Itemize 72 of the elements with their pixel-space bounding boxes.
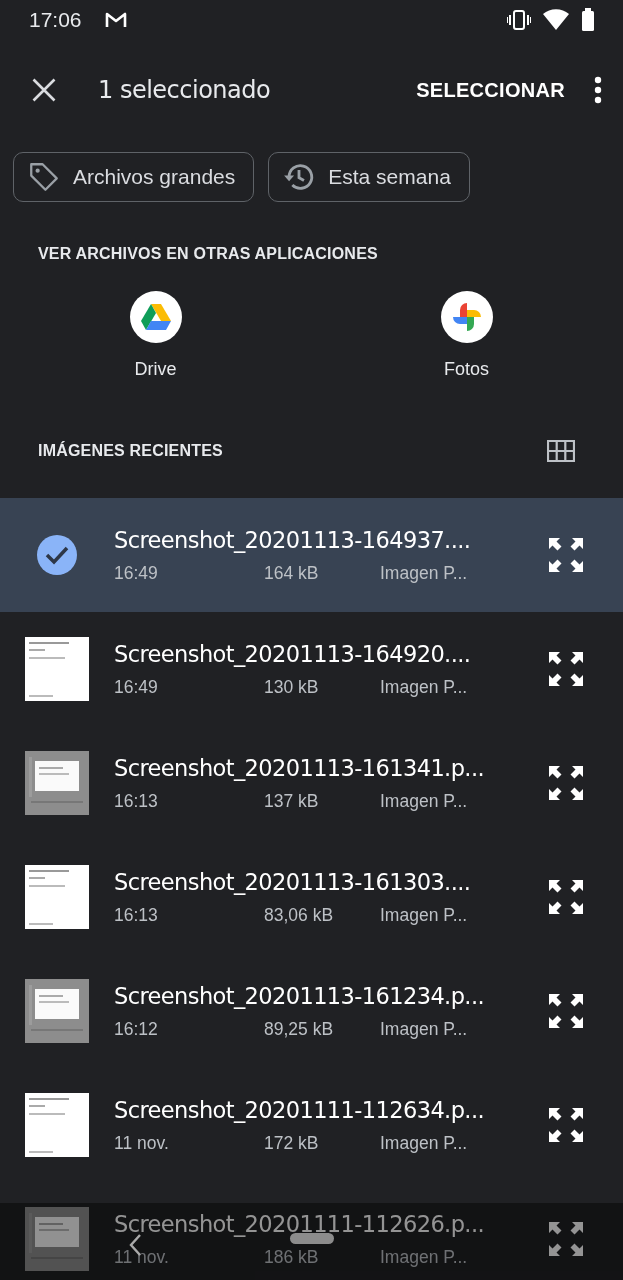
file-type: Imagen P... [380,904,468,926]
expand-button[interactable] [547,992,585,1030]
file-name: Screenshot_20201113-161234.p... [114,982,485,1009]
expand-button[interactable] [547,650,585,688]
clock-time: 17:06 [29,8,82,32]
select-button[interactable]: SELECCIONAR [408,72,573,108]
file-name: Screenshot_20201113-161303.... [114,868,472,895]
expand-button[interactable] [547,878,585,916]
expand-button[interactable] [547,764,585,802]
close-button[interactable] [30,76,58,104]
close-icon [30,76,58,104]
expand-button[interactable] [547,1220,585,1258]
file-type: Imagen P... [380,562,468,584]
file-name: Screenshot_20201111-112626.p... [114,1210,485,1237]
file-row[interactable]: Screenshot_20201111-112626.p... 11 nov. 186 kB Imagen P... [0,1182,623,1280]
section-heading: VER ARCHIVOS EN OTRAS APLICACIONES [37,244,379,263]
file-row[interactable]: Screenshot_20201113-161234.p... 16:12 89,25 kB Imagen P... [0,954,623,1068]
file-type: Imagen P... [380,1132,468,1154]
file-date: 16:49 [114,676,159,698]
filter-chip[interactable]: Esta semana [268,152,470,202]
expand-icon [547,536,585,574]
file-type: Imagen P... [380,1018,468,1040]
grid-icon [547,440,575,462]
more-button[interactable] [593,76,603,104]
file-date: 16:13 [114,790,159,812]
file-size: 89,25 kB [264,1018,335,1040]
tag-icon [27,160,61,194]
expand-icon [547,878,585,916]
file-date: 16:49 [114,562,159,584]
file-row[interactable]: Screenshot_20201113-164937.... 16:49 164 kB Imagen P... [0,498,623,612]
file-size: 164 kB [264,562,320,584]
file-row[interactable]: Screenshot_20201111-112634.p... 11 nov. 172 kB Imagen P... [0,1068,623,1182]
file-size: 137 kB [264,790,320,812]
file-type: Imagen P... [380,676,468,698]
expand-icon [547,1220,585,1258]
file-name: Screenshot_20201113-164920.... [114,640,472,667]
file-name: Screenshot_20201113-161341.p... [114,754,485,781]
file-date: 16:13 [114,904,159,926]
grid-view-button[interactable] [547,440,575,462]
file-name: Screenshot_20201111-112634.p... [114,1096,485,1123]
file-date: 11 nov. [114,1246,170,1268]
expand-icon [547,992,585,1030]
expand-button[interactable] [547,536,585,574]
file-row[interactable]: Screenshot_20201113-161341.p... 16:13 137 kB Imagen P... [0,726,623,840]
file-type: Imagen P... [380,1246,468,1268]
expand-icon [547,1106,585,1144]
file-size: 130 kB [264,676,320,698]
section-heading: IMÁGENES RECIENTES [38,442,223,460]
file-type: Imagen P... [380,790,468,812]
filter-chip[interactable]: Archivos grandes [13,152,255,202]
expand-icon [547,650,585,688]
drive-logo-icon [129,291,182,343]
app-shortcut[interactable]: Fotos [311,291,622,380]
file-size: 172 kB [264,1132,320,1154]
mail-icon [103,10,128,30]
vibrate-icon [507,9,531,31]
file-size: 186 kB [264,1246,320,1268]
wifi-icon [543,9,569,31]
check-circle-icon [36,534,78,576]
expand-button[interactable] [547,1106,585,1144]
expand-icon [547,764,585,802]
pinwheel-logo-icon [440,291,493,343]
app-shortcut[interactable]: Drive [0,291,311,380]
file-row[interactable]: Screenshot_20201113-164920.... 16:49 130 kB Imagen P... [0,612,623,726]
more-icon [593,76,603,104]
file-row[interactable]: Screenshot_20201113-161303.... 16:13 83,06 kB Imagen P... [0,840,623,954]
battery-icon [581,8,595,32]
selection-title: 1 seleccionado [98,76,272,104]
file-date: 11 nov. [114,1132,170,1154]
file-date: 16:12 [114,1018,159,1040]
file-name: Screenshot_20201113-164937.... [114,526,472,553]
file-size: 83,06 kB [264,904,335,926]
